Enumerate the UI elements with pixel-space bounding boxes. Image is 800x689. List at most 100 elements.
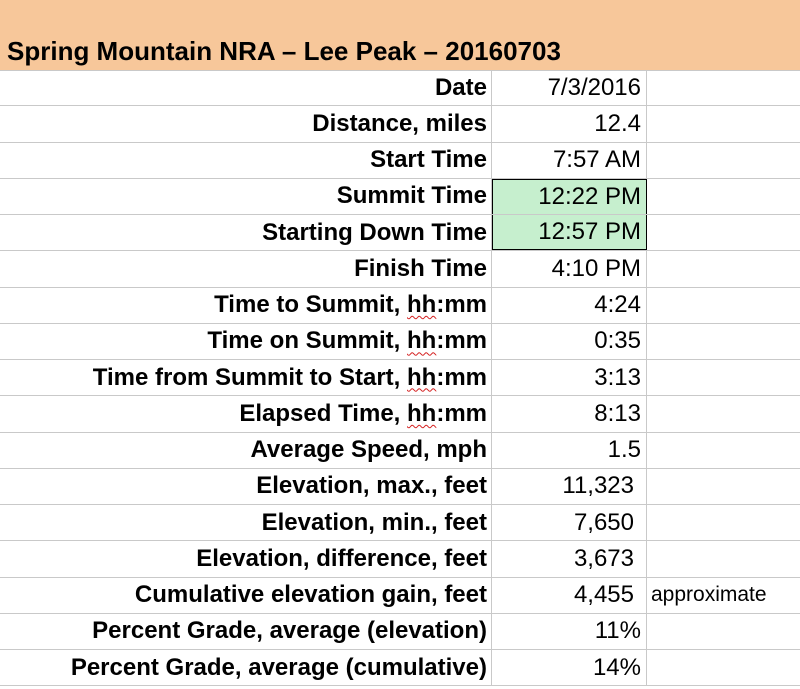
note-cell[interactable] — [647, 614, 800, 649]
note-cell[interactable] — [647, 324, 800, 359]
row-label-cell[interactable]: Elevation, difference, feet — [0, 541, 492, 577]
table-row: Time to Summit, hh:mm 4:24 — [0, 287, 800, 324]
highlighted-value-cell[interactable]: 12:22 PM — [492, 178, 647, 214]
row-label: Distance, miles — [312, 109, 487, 137]
note-cell[interactable] — [647, 360, 800, 395]
row-value-cell[interactable]: 12.4 — [492, 106, 647, 142]
row-label-cell[interactable]: Date — [0, 70, 492, 106]
note-cell[interactable] — [647, 396, 800, 431]
sheet-title: Spring Mountain NRA – Lee Peak – 2016070… — [7, 36, 561, 66]
row-value-cell[interactable]: 11% — [492, 613, 647, 649]
row-value: 11,323 — [562, 472, 634, 500]
table-row: Summit Time 12:22 PM — [0, 178, 800, 215]
table-row: Date 7/3/2016 — [0, 70, 800, 107]
row-label: Cumulative elevation gain, feet — [134, 581, 487, 609]
label-text: Time on Summit, — [207, 327, 407, 355]
row-value-cell[interactable]: 8:13 — [492, 396, 647, 432]
row-label-cell[interactable]: Percent Grade, average (cumulative) — [0, 650, 492, 686]
label-text: Time to Summit, — [214, 291, 407, 319]
row-value-cell[interactable]: 4:24 — [492, 287, 647, 323]
row-label: Average Speed, mph — [250, 436, 487, 464]
row-value: 4:10 PM — [551, 254, 641, 282]
row-label-cell[interactable]: Elevation, min., feet — [0, 505, 492, 541]
table-row: Percent Grade, average (cumulative) 14% — [0, 650, 800, 687]
highlighted-value-cell[interactable]: 12:57 PM — [492, 215, 647, 251]
table-row: Time on Summit, hh:mm 0:35 — [0, 323, 800, 360]
row-label-cell[interactable]: Time on Summit, hh:mm — [0, 323, 492, 359]
data-grid: Date 7/3/2016 Distance, miles 12.4 Start… — [0, 70, 800, 687]
note-cell[interactable] — [647, 469, 800, 504]
row-label-cell[interactable]: Summit Time — [0, 178, 492, 214]
note-cell[interactable] — [647, 179, 800, 214]
row-label-cell[interactable]: Starting Down Time — [0, 215, 492, 251]
spreadsheet: Spring Mountain NRA – Lee Peak – 2016070… — [0, 0, 800, 689]
label-unit-misspelled: hh — [407, 399, 437, 427]
row-value: 0:35 — [594, 327, 641, 355]
note-cell[interactable] — [647, 288, 800, 323]
label-unit-misspelled: hh — [407, 327, 437, 355]
label-text: Time from Summit to Start, — [92, 363, 407, 391]
row-label: Time from Summit to Start, hh:mm — [93, 364, 487, 392]
row-value: 12:57 PM — [538, 218, 641, 246]
note-cell[interactable] — [647, 251, 800, 286]
row-value-cell[interactable]: 4:10 PM — [492, 251, 647, 287]
table-row: Time from Summit to Start, hh:mm 3:13 — [0, 360, 800, 397]
table-row: Average Speed, mph 1.5 — [0, 432, 800, 469]
row-label: Summit Time — [336, 182, 487, 210]
row-label-cell[interactable]: Percent Grade, average (elevation) — [0, 613, 492, 649]
row-label: Elevation, max., feet — [256, 472, 487, 500]
label-text: :mm — [436, 363, 487, 391]
row-label: Finish Time — [354, 254, 487, 282]
row-label: Start Time — [370, 146, 487, 174]
row-value: 11% — [594, 617, 641, 645]
row-label-cell[interactable]: Time from Summit to Start, hh:mm — [0, 360, 492, 396]
row-label: Elapsed Time, hh:mm — [239, 400, 487, 428]
note-cell[interactable] — [647, 70, 800, 105]
row-value: 7/3/2016 — [547, 73, 641, 101]
note-cell[interactable] — [647, 215, 800, 250]
label-text: Elapsed Time, — [239, 399, 407, 427]
row-label-cell[interactable]: Finish Time — [0, 251, 492, 287]
row-value-cell[interactable]: 0:35 — [492, 323, 647, 359]
row-value: 3:13 — [594, 363, 641, 391]
row-label-cell[interactable]: Time to Summit, hh:mm — [0, 287, 492, 323]
row-label: Elevation, difference, feet — [196, 544, 487, 572]
label-text: :mm — [436, 327, 487, 355]
note-cell[interactable] — [647, 433, 800, 468]
title-cell[interactable]: Spring Mountain NRA – Lee Peak – 2016070… — [0, 0, 800, 71]
note-cell[interactable]: approximate — [647, 578, 800, 613]
table-row: Start Time 7:57 AM — [0, 142, 800, 179]
row-label-cell[interactable]: Elevation, max., feet — [0, 468, 492, 504]
row-label-cell[interactable]: Elapsed Time, hh:mm — [0, 396, 492, 432]
row-value: 8:13 — [594, 399, 641, 427]
row-value: 14% — [592, 653, 641, 681]
row-value-cell[interactable]: 1.5 — [492, 432, 647, 468]
row-value-cell[interactable]: 3,673 — [492, 541, 647, 577]
note-cell[interactable] — [647, 106, 800, 141]
note-cell[interactable] — [647, 650, 800, 685]
label-unit-misspelled: hh — [407, 363, 437, 391]
row-value: 3,673 — [573, 544, 634, 572]
row-label-cell[interactable]: Average Speed, mph — [0, 432, 492, 468]
row-label-cell[interactable]: Start Time — [0, 142, 492, 178]
row-value-cell[interactable]: 11,323 — [492, 468, 647, 504]
table-row: Percent Grade, average (elevation) 11% — [0, 613, 800, 650]
note-cell[interactable] — [647, 541, 800, 576]
row-label-cell[interactable]: Distance, miles — [0, 106, 492, 142]
row-value-cell[interactable]: 7:57 AM — [492, 142, 647, 178]
row-value: 12:22 PM — [538, 182, 641, 210]
row-value-cell[interactable]: 7,650 — [492, 505, 647, 541]
row-value: 1.5 — [607, 436, 641, 464]
row-value-cell[interactable]: 14% — [492, 650, 647, 686]
row-value: 4,455 — [573, 581, 634, 609]
note-cell[interactable] — [647, 143, 800, 178]
row-value: 12.4 — [594, 109, 641, 137]
note-cell[interactable] — [647, 505, 800, 540]
row-value-cell[interactable]: 7/3/2016 — [492, 70, 647, 106]
label-text: :mm — [436, 399, 487, 427]
row-value-cell[interactable]: 3:13 — [492, 360, 647, 396]
row-label-cell[interactable]: Cumulative elevation gain, feet — [0, 577, 492, 613]
row-value-cell[interactable]: 4,455 — [492, 577, 647, 613]
row-value: 4:24 — [594, 291, 641, 319]
table-row: Elevation, difference, feet 3,673 — [0, 541, 800, 578]
